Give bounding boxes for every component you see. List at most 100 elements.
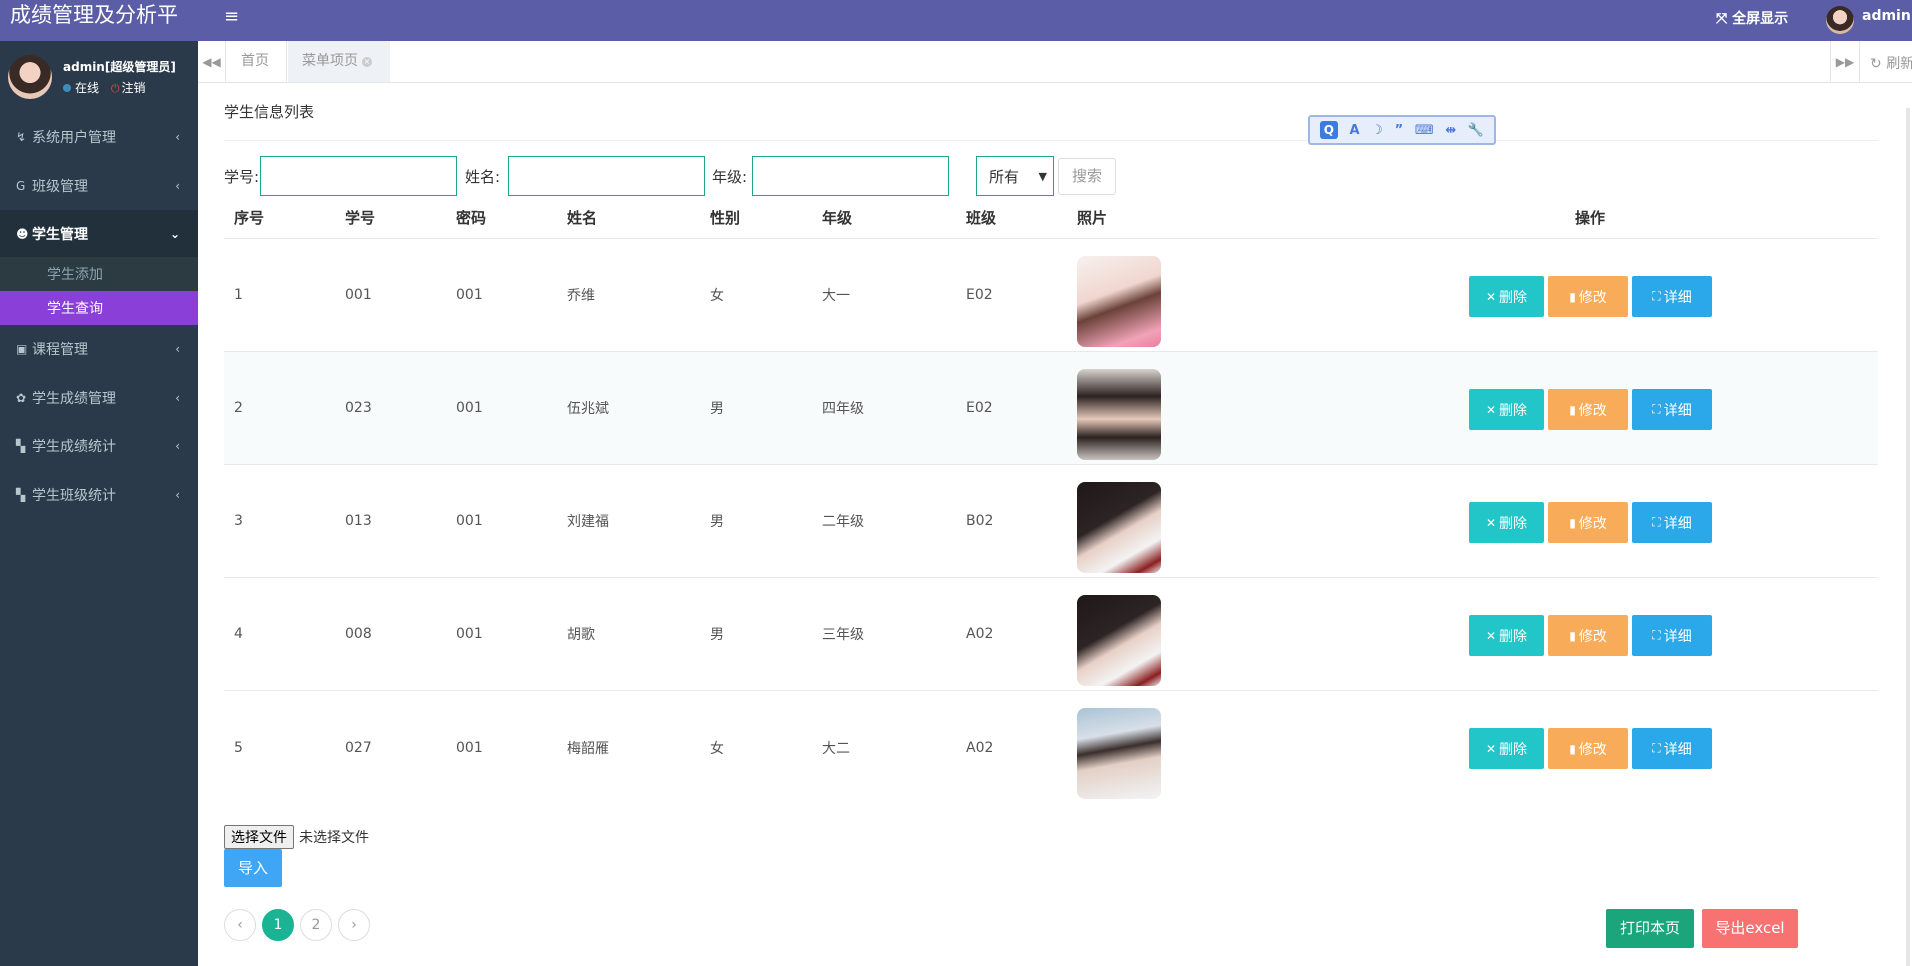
cell-name: 胡歌 <box>567 627 595 643</box>
edit-button[interactable]: ▮ 修改 <box>1548 276 1628 317</box>
detail-label: 详细 <box>1663 628 1692 645</box>
delete-button[interactable]: ✕ 删除 <box>1469 502 1544 543</box>
avatar[interactable] <box>1826 6 1854 34</box>
tab-scroll-right-icon[interactable]: ▶▶ <box>1830 41 1860 82</box>
detail-button[interactable]: ⛶ 详细 <box>1632 502 1712 543</box>
top-navbar: ≡ ⤧ 全屏显示 admin <box>198 0 1912 41</box>
font-icon[interactable]: A <box>1350 123 1360 138</box>
cell-no: 027 <box>345 739 372 756</box>
grade-select[interactable]: 所有 ▼ <box>976 156 1054 196</box>
edit-button[interactable]: ▮ 修改 <box>1548 615 1628 656</box>
quote-icon[interactable]: ” <box>1395 123 1404 138</box>
tab-home[interactable]: 首页 <box>227 41 287 82</box>
delete-button[interactable]: ✕ 删除 <box>1469 276 1544 317</box>
sidebar-item-course[interactable]: ▣ 课程管理 ‹ <box>0 325 198 374</box>
delete-label: 删除 <box>1499 741 1528 758</box>
sidebar-item-student-add[interactable]: 学生添加 <box>0 257 198 291</box>
sidebar-item-class[interactable]: G 班级管理 ‹ <box>0 162 198 211</box>
tab-menu-page[interactable]: 菜单项页 × <box>288 41 390 82</box>
detail-label: 详细 <box>1663 402 1692 419</box>
logout-link[interactable]: 注销 <box>122 81 146 95</box>
hamburger-icon[interactable]: ≡ <box>224 6 239 27</box>
tab-bar: ◀◀ 首页 菜单项页 × ▶▶ ↻ 刷新 <box>198 41 1912 83</box>
file-picker: 选择文件 未选择文件 <box>224 825 369 849</box>
close-icon[interactable]: × <box>362 57 372 67</box>
delete-button[interactable]: ✕ 删除 <box>1469 615 1544 656</box>
student-no-label: 学号: <box>224 168 260 186</box>
score-icon: ✿ <box>16 390 27 405</box>
export-excel-button[interactable]: 导出excel <box>1702 909 1798 948</box>
keyboard-icon[interactable]: ⌨ <box>1415 123 1434 138</box>
refresh-label: 刷新 <box>1886 56 1912 72</box>
name-label: 姓名: <box>465 168 501 186</box>
delete-label: 删除 <box>1499 402 1528 419</box>
header-seq: 序号 <box>234 209 265 227</box>
top-user-name[interactable]: admin <box>1862 8 1911 24</box>
table-row: 1 001 001 乔维 女 大一 E02 ✕ 删除 ▮ 修改 ⛶ 详细 <box>224 239 1878 352</box>
app-title: 成绩管理及分析平 <box>0 0 198 41</box>
cell-pwd: 001 <box>456 739 483 756</box>
fullscreen-button[interactable]: ⤧ 全屏显示 <box>1716 8 1788 28</box>
cell-no: 013 <box>345 513 372 529</box>
sidebar-item-score-stats[interactable]: ▚ 学生成绩统计 ‹ <box>0 422 198 471</box>
expand-icon: ⛶ <box>1652 515 1661 529</box>
wrench-icon[interactable]: 🔧 <box>1468 123 1484 138</box>
page-1-button[interactable]: 1 <box>262 909 294 941</box>
student-photo <box>1077 256 1161 347</box>
detail-button[interactable]: ⛶ 详细 <box>1632 728 1712 769</box>
sidebar-item-label: 学生成绩统计 <box>32 439 116 456</box>
logout-icon[interactable]: ⏻ <box>111 82 120 96</box>
student-photo <box>1077 708 1161 799</box>
table-row: 3 013 001 刘建福 男 二年级 B02 ✕ 删除 ▮ 修改 ⛶ 详细 <box>224 465 1878 578</box>
cell-class: E02 <box>966 400 993 416</box>
edit-button[interactable]: ▮ 修改 <box>1548 728 1628 769</box>
row-actions: ✕ 删除 ▮ 修改 ⛶ 详细 <box>1469 389 1712 430</box>
choose-file-button[interactable]: 选择文件 <box>224 825 294 849</box>
file-icon: ▮ <box>1569 402 1576 417</box>
detail-button[interactable]: ⛶ 详细 <box>1632 389 1712 430</box>
student-no-input[interactable] <box>260 156 457 196</box>
vertical-scrollbar[interactable] <box>1906 108 1910 966</box>
cell-pwd: 001 <box>456 626 483 642</box>
user-name: admin[超级管理员] <box>63 60 176 74</box>
moon-icon[interactable]: ☽ <box>1371 123 1383 138</box>
next-page-button[interactable]: › <box>338 909 370 941</box>
chevron-left-icon: ‹ <box>175 342 180 357</box>
edit-button[interactable]: ▮ 修改 <box>1548 502 1628 543</box>
sidebar-item-students[interactable]: ☻ 学生管理 ⌄ <box>0 210 198 257</box>
chevron-left-icon: ‹ <box>175 487 180 502</box>
detail-label: 详细 <box>1663 289 1692 306</box>
name-input[interactable] <box>508 156 705 196</box>
file-icon: ▮ <box>1569 289 1576 304</box>
sidebar-item-student-query[interactable]: 学生查询 <box>0 291 198 325</box>
delete-button[interactable]: ✕ 删除 <box>1469 728 1544 769</box>
cell-gender: 男 <box>710 514 724 530</box>
row-actions: ✕ 删除 ▮ 修改 ⛶ 详细 <box>1469 728 1712 769</box>
grade-input[interactable] <box>752 156 949 196</box>
detail-button[interactable]: ⛶ 详细 <box>1632 276 1712 317</box>
main-content: 学生信息列表 Q A ☽ ” ⌨ ⇹ 🔧 学号: 姓名: 年级: 所有 ▼ 搜索… <box>198 83 1912 966</box>
edit-button[interactable]: ▮ 修改 <box>1548 389 1628 430</box>
sidebar-item-score-manage[interactable]: ✿ 学生成绩管理 ‹ <box>0 374 198 423</box>
tab-scroll-left-icon[interactable]: ◀◀ <box>198 41 226 82</box>
row-actions: ✕ 删除 ▮ 修改 ⛶ 详细 <box>1469 502 1712 543</box>
row-actions: ✕ 删除 ▮ 修改 ⛶ 详细 <box>1469 276 1712 317</box>
expand-icon: ⛶ <box>1652 628 1661 642</box>
print-button[interactable]: 打印本页 <box>1606 909 1694 948</box>
edit-label: 修改 <box>1578 402 1607 419</box>
header-actions: 操作 <box>1575 209 1606 227</box>
online-dot-icon <box>63 84 71 92</box>
import-button[interactable]: 导入 <box>224 849 282 887</box>
prev-page-button[interactable]: ‹ <box>224 909 256 941</box>
sidebar-item-system-users[interactable]: ↯ 系统用户管理 ‹ <box>0 113 198 162</box>
refresh-button[interactable]: ↻ 刷新 <box>1870 53 1912 73</box>
page-2-button[interactable]: 2 <box>300 909 332 941</box>
delete-button[interactable]: ✕ 删除 <box>1469 389 1544 430</box>
search-button[interactable]: 搜索 <box>1058 158 1116 195</box>
search-icon[interactable]: Q <box>1319 121 1338 139</box>
detail-button[interactable]: ⛶ 详细 <box>1632 615 1712 656</box>
cell-grade: 二年级 <box>822 514 864 530</box>
sidebar-item-class-stats[interactable]: ▚ 学生班级统计 ‹ <box>0 471 198 520</box>
floating-toolbar[interactable]: Q A ☽ ” ⌨ ⇹ 🔧 <box>1308 115 1496 145</box>
split-icon[interactable]: ⇹ <box>1445 123 1456 138</box>
